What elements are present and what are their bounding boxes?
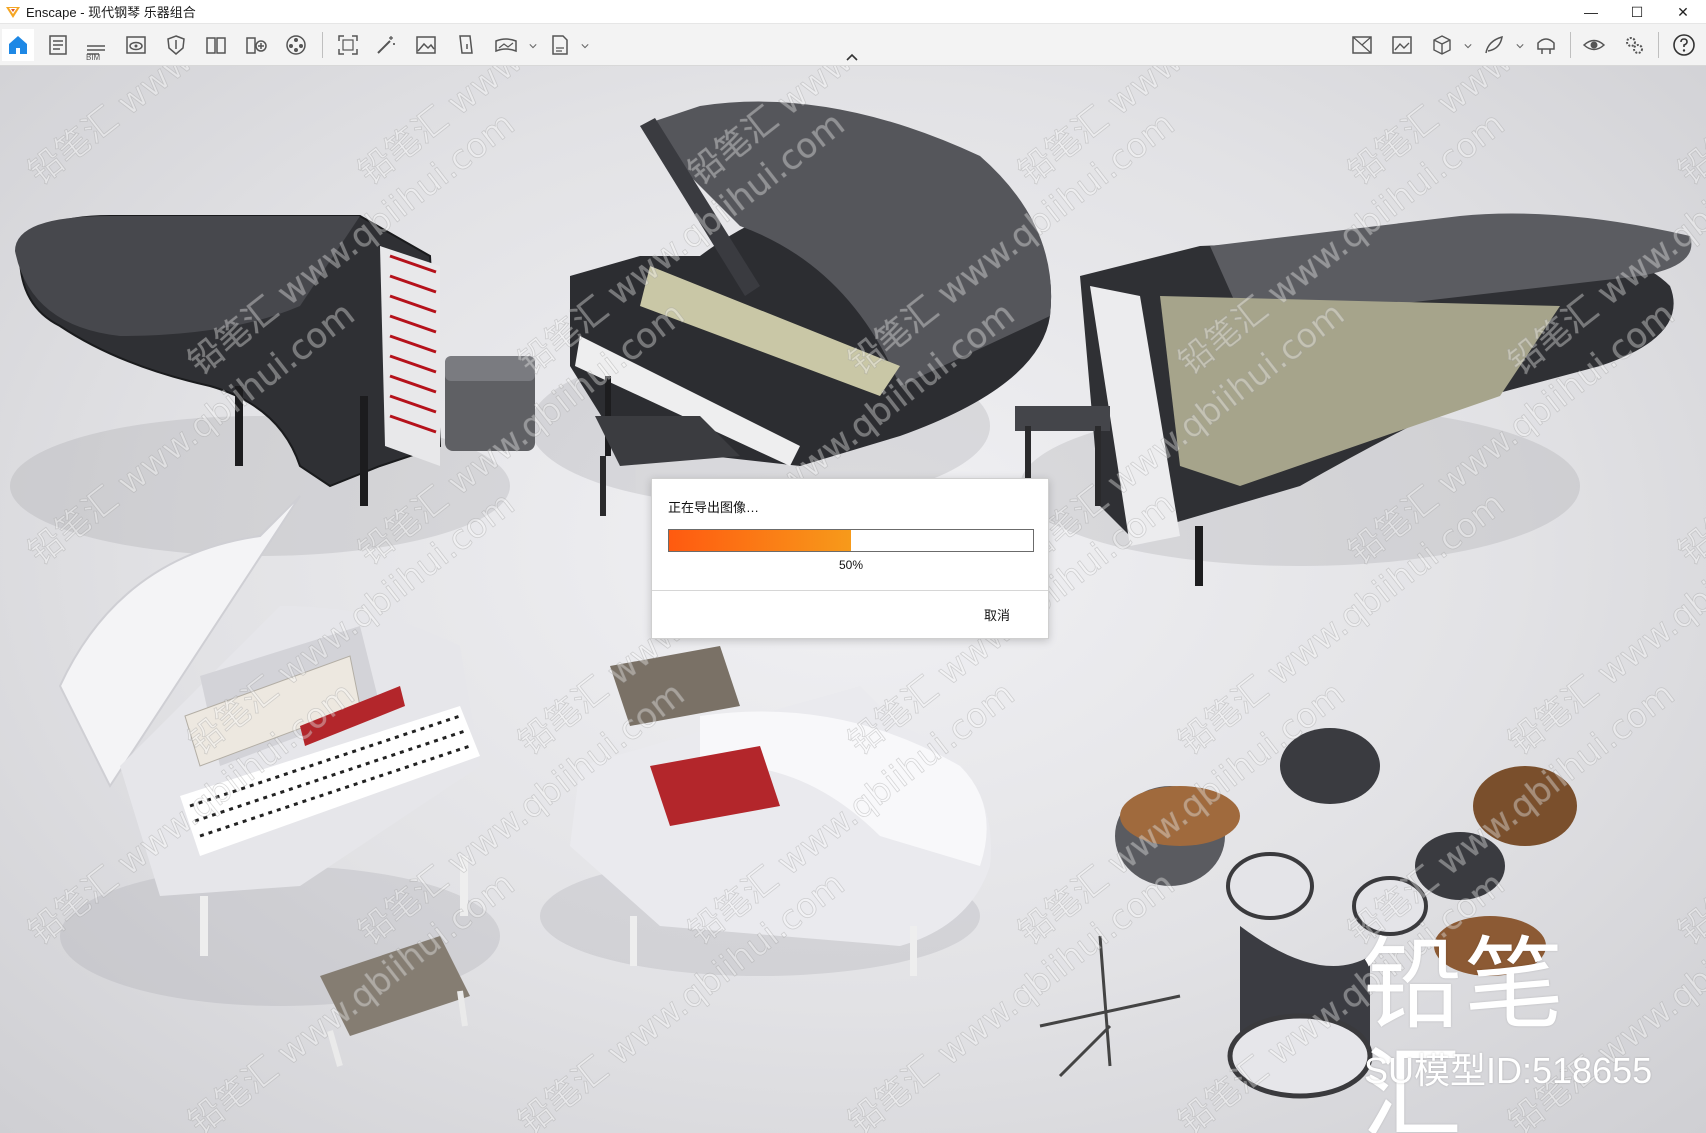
title-bar: Enscape - 现代钢琴 乐器组合 — ☐ ✕	[0, 0, 1706, 24]
chevron-down-icon	[581, 44, 589, 49]
shield-icon	[167, 35, 185, 55]
settings-button[interactable]	[1618, 29, 1650, 61]
model-id-text: SU模型ID:518655	[1364, 1050, 1653, 1091]
brand-logo-text: 铅笔汇	[1362, 929, 1566, 1133]
watermark-text: 铅笔汇 www.qbiihui.com	[1341, 66, 1682, 193]
panorama-dropdown[interactable]	[528, 41, 538, 51]
home-button[interactable]	[2, 29, 34, 61]
cancel-button[interactable]: 取消	[984, 605, 1010, 624]
minimize-button[interactable]: —	[1568, 0, 1614, 24]
reel-icon	[286, 35, 306, 55]
gallery-button[interactable]	[1386, 29, 1418, 61]
toolbar-separator	[1658, 32, 1659, 58]
watermark-text: 铅笔汇 www.qbiihui.com	[1341, 294, 1682, 573]
home-icon	[9, 36, 27, 54]
view-button[interactable]	[120, 29, 152, 61]
toolbar-separator	[322, 32, 323, 58]
panorama-360-icon	[495, 38, 517, 53]
settings-icon	[1626, 37, 1643, 54]
image-box-button[interactable]	[1346, 29, 1378, 61]
chevron-down-icon	[1464, 44, 1472, 49]
vr-headset-icon	[1537, 38, 1555, 54]
image-icon	[416, 36, 436, 54]
watermark-text: 铅笔汇 www.qbiihui.com	[1671, 66, 1706, 193]
watermark-text: 铅笔汇 www.qbiihui.com	[511, 864, 852, 1133]
progress-percent: 50%	[838, 558, 864, 572]
help-icon	[1673, 34, 1695, 56]
progress-bar	[668, 529, 1034, 552]
screenshot-icon	[338, 35, 358, 55]
document-button[interactable]	[42, 29, 74, 61]
eye-button[interactable]	[1578, 29, 1610, 61]
paint-bucket-button[interactable]	[450, 29, 482, 61]
watermark-text: 铅笔汇 www.qbiihui.com	[181, 484, 522, 763]
watermark-text: 铅笔汇 www.qbiihui.com	[1171, 484, 1512, 763]
export-exe-button[interactable]	[544, 29, 576, 61]
view-eye-icon	[126, 36, 146, 54]
reel-button[interactable]	[280, 29, 312, 61]
image-box-icon	[1352, 36, 1372, 54]
shield-button[interactable]	[160, 29, 192, 61]
dialog-message: 正在导出图像…	[668, 500, 760, 515]
watermark-text: 铅笔汇 www.qbiihui.com	[351, 294, 692, 573]
watermark-text: 铅笔汇 www.qbiihui.com	[1011, 674, 1352, 953]
watermark-text: 铅笔汇 www.qbiihui.com	[1171, 104, 1512, 383]
toolbar-separator	[1570, 32, 1571, 58]
window-controls: — ☐ ✕	[1568, 0, 1706, 24]
panorama-button[interactable]	[490, 29, 522, 61]
screenshot-button[interactable]	[332, 29, 364, 61]
watermark-text: 铅笔汇 www.qbiihui.com	[1011, 294, 1352, 573]
eye-icon	[1582, 39, 1606, 51]
watermark-text: 铅笔汇 www.qbiihui.com	[1341, 674, 1682, 953]
book-icon	[206, 37, 226, 54]
maximize-button[interactable]: ☐	[1614, 0, 1660, 24]
watermark-text: 铅笔汇 www.qbiihui.com	[1011, 66, 1352, 193]
watermark-text: 铅笔汇 www.qbiihui.com	[21, 674, 362, 953]
image-button[interactable]	[410, 29, 442, 61]
feather-dropdown[interactable]	[1515, 41, 1525, 51]
paint-bucket-icon	[459, 35, 473, 54]
help-button[interactable]	[1668, 29, 1700, 61]
watermark-text: 铅笔汇 www.qbiihui.com	[681, 674, 1022, 953]
watermark-text: 铅笔汇 www.qbiihui.com	[841, 864, 1182, 1133]
chevron-down-icon	[529, 44, 537, 49]
watermark-text: 铅笔汇 www.qbiihui.com	[511, 104, 852, 383]
watermark-text: 铅笔汇 www.qbiihui.com	[181, 864, 522, 1133]
watermark-text: 铅笔汇 www.qbiihui.com	[1671, 674, 1706, 953]
enscape-logo-icon	[6, 6, 20, 18]
watermark-text: 铅笔汇 www.qbiihui.com	[21, 294, 362, 573]
export-progress-dialog: 正在导出图像… 50% 取消	[651, 478, 1049, 639]
close-button[interactable]: ✕	[1660, 0, 1706, 24]
book-plus-button[interactable]	[240, 29, 272, 61]
cube-icon	[1433, 35, 1451, 55]
magic-wand-icon	[377, 36, 395, 54]
vr-headset-button[interactable]	[1530, 29, 1562, 61]
bim-label: BIM	[86, 53, 101, 62]
feather-icon	[1485, 35, 1503, 54]
export-dropdown[interactable]	[580, 41, 590, 51]
watermark-text: 铅笔汇 www.qbiihui.com	[351, 66, 692, 193]
export-exe-icon	[552, 35, 568, 55]
watermark-text: 铅笔汇 www.qbiihui.com	[841, 104, 1182, 383]
cube-button[interactable]	[1426, 29, 1458, 61]
window-title: Enscape - 现代钢琴 乐器组合	[26, 5, 196, 20]
chevron-down-icon	[1516, 44, 1524, 49]
watermark-text: 铅笔汇 www.qbiihui.com	[351, 674, 692, 953]
collapse-toolbar-icon[interactable]	[844, 51, 860, 63]
book-plus-icon	[246, 37, 267, 54]
document-icon	[49, 35, 67, 55]
gallery-icon	[1392, 36, 1412, 54]
watermark-text: 铅笔汇 www.qbiihui.com	[21, 66, 362, 193]
watermark-text: 铅笔汇 www.qbiihui.com	[1671, 294, 1706, 573]
cube-dropdown[interactable]	[1463, 41, 1473, 51]
watermark-text: 铅笔汇 www.qbiihui.com	[181, 104, 522, 383]
magic-wand-button[interactable]	[370, 29, 402, 61]
progress-fill	[669, 530, 851, 551]
book-button[interactable]	[200, 29, 232, 61]
watermark-text: 铅笔汇 www.qbiihui.com	[681, 66, 1022, 193]
feather-button[interactable]	[1478, 29, 1510, 61]
dialog-divider	[652, 590, 1048, 591]
